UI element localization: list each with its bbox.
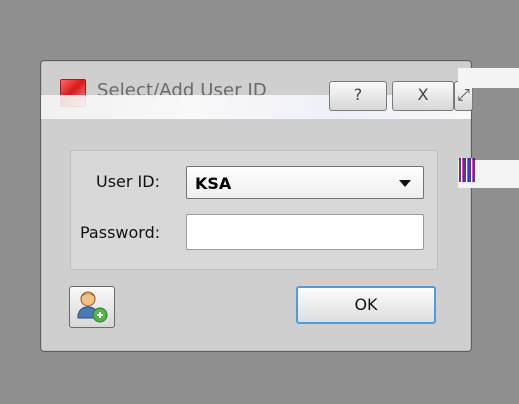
render-artifact-top	[458, 68, 519, 88]
render-artifact-bars	[459, 158, 475, 182]
chevron-down-icon	[399, 180, 411, 187]
ok-button[interactable]: OK	[296, 286, 436, 324]
user-id-value: KSA	[195, 174, 232, 193]
user-id-select[interactable]: KSA	[186, 166, 424, 199]
password-label: Password:	[80, 223, 161, 242]
help-button[interactable]: ?	[329, 81, 387, 111]
password-input[interactable]	[186, 214, 424, 250]
close-button[interactable]: X	[392, 81, 454, 111]
add-user-button[interactable]	[69, 286, 115, 328]
user-id-label: User ID:	[96, 172, 160, 191]
add-user-icon	[77, 291, 108, 323]
title-bar: Select/Add User ID ? X ⤢	[41, 61, 473, 125]
